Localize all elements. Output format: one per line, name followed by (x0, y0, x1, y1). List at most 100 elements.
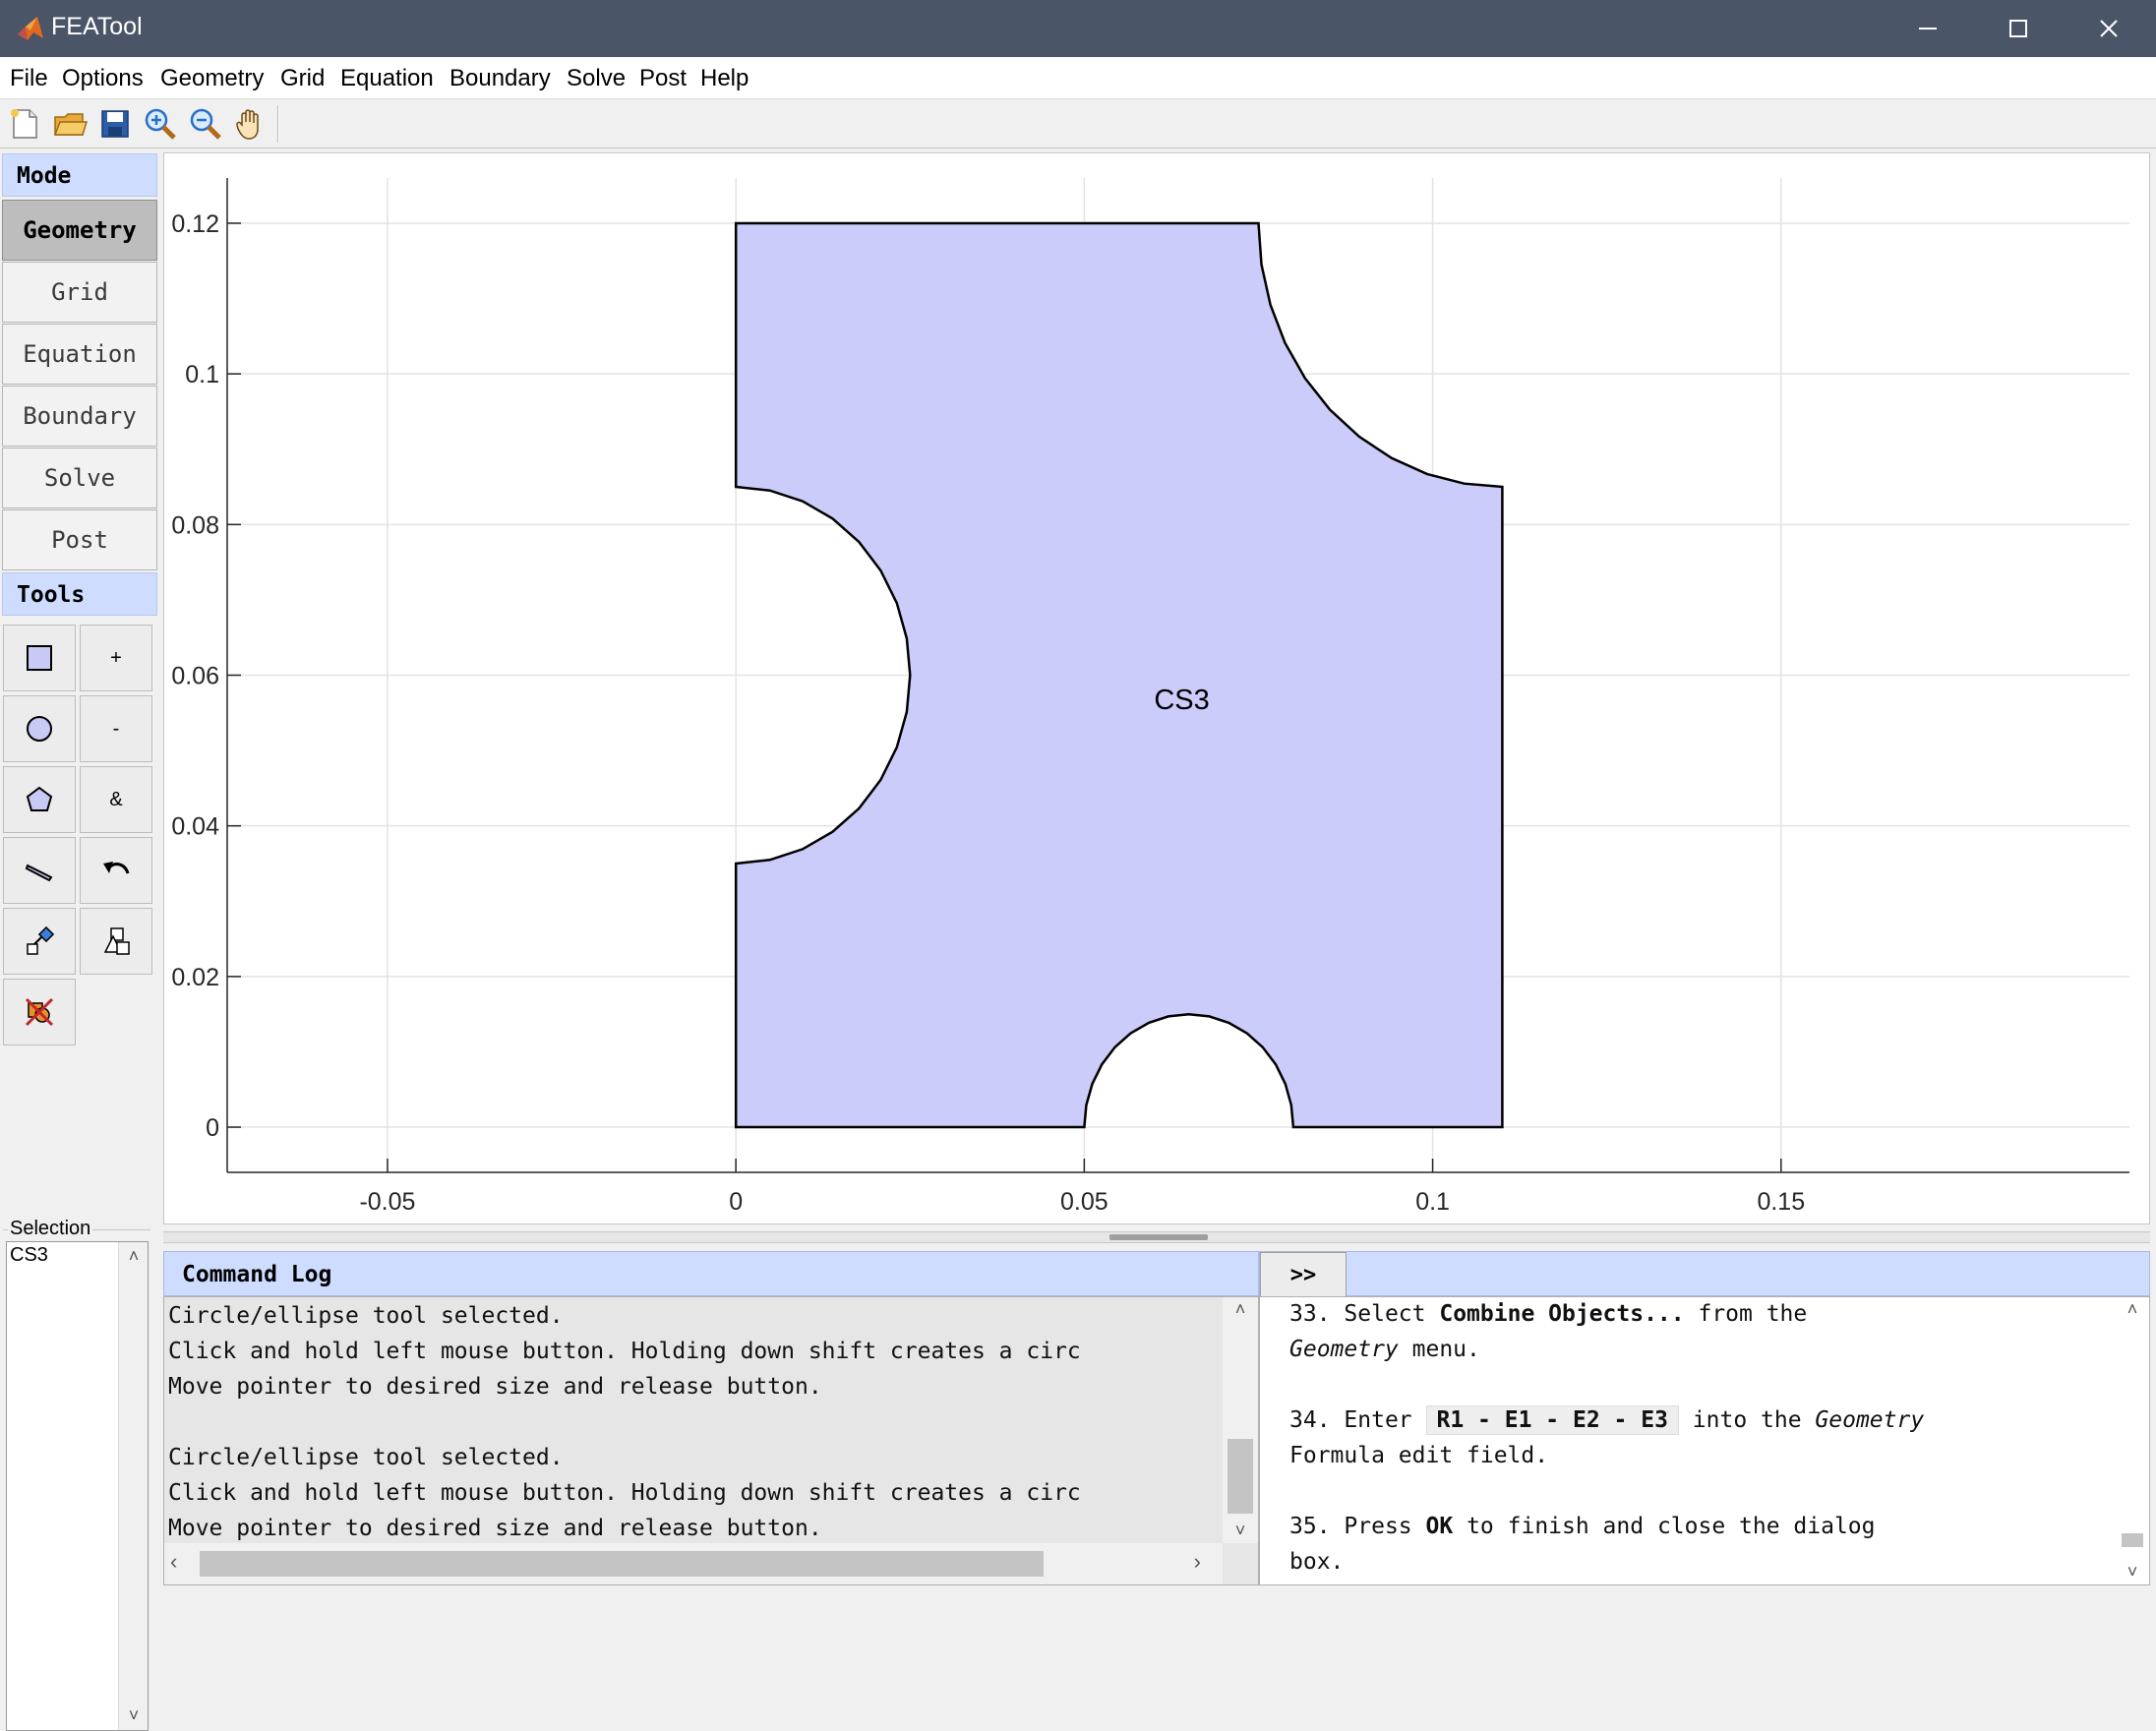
minimize-button[interactable] (1883, 0, 1973, 57)
tools-header: Tools (2, 572, 157, 616)
help-step-33-cont: Geometry menu. (1289, 1337, 1480, 1362)
window-title: FEATool (51, 13, 143, 40)
subtract-icon: - (112, 717, 120, 740)
undo-tool-button[interactable] (80, 837, 152, 904)
selection-listbox[interactable]: CS3 ˄ ˅ (6, 1241, 149, 1731)
scroll-up-icon[interactable]: ˄ (2116, 1299, 2149, 1320)
mode-solve-button[interactable]: Solve (2, 448, 157, 508)
join-tool-button[interactable]: + (80, 625, 152, 691)
polygon-tool-button[interactable] (3, 766, 76, 833)
selection-scrollbar[interactable]: ˄ ˅ (118, 1242, 148, 1730)
scale-tool-button[interactable] (80, 908, 152, 975)
undo-icon (103, 862, 130, 874)
log-horizontal-scrollbar[interactable]: ‹ › (164, 1543, 1223, 1584)
object-label: CS3 (1154, 685, 1209, 716)
scroll-down-icon[interactable]: ˅ (1223, 1521, 1258, 1541)
menu-options[interactable]: Options (62, 65, 144, 92)
command-log-panel: Command Log Circle/ellipse tool selected… (163, 1251, 1259, 1585)
menu-file[interactable]: File (10, 65, 48, 92)
splitter-grip[interactable] (1109, 1234, 1208, 1240)
maximize-button[interactable] (1973, 0, 2064, 57)
log-line: Circle/ellipse tool selected. (168, 1303, 564, 1329)
log-scroll-thumb[interactable] (1228, 1439, 1253, 1514)
plot-canvas[interactable]: -0.05 0 0.05 0.1 0.15 0 0.02 0.04 0.06 0.08 0.1 0.1… (164, 153, 2151, 1225)
delete-tool-button[interactable] (3, 979, 76, 1045)
command-log-body[interactable]: Circle/ellipse tool selected. Click and … (163, 1296, 1259, 1585)
mode-geometry-button[interactable]: Geometry (2, 200, 157, 261)
delete-icon (25, 997, 54, 1027)
zoom-in-icon[interactable] (142, 105, 179, 143)
scroll-right-icon[interactable]: › (1194, 1549, 1201, 1575)
help-header: >> (1259, 1251, 2150, 1297)
new-file-icon[interactable] (6, 105, 43, 143)
transform-tool-button[interactable] (3, 908, 76, 975)
log-line: Click and hold left mouse button. Holdin… (168, 1480, 1081, 1506)
subtract-tool-button[interactable]: - (80, 695, 152, 762)
y-tick-label: 0.08 (171, 511, 219, 539)
log-hscroll-thumb[interactable] (200, 1551, 1044, 1577)
circle-icon (27, 716, 52, 742)
help-step-35: 35. Press OK to finish and close the dia… (1289, 1514, 1876, 1539)
scroll-left-icon[interactable]: ‹ (170, 1549, 177, 1575)
mode-post-button[interactable]: Post (2, 509, 157, 570)
help-scroll-thumb[interactable] (2122, 1533, 2143, 1547)
save-icon[interactable] (96, 105, 134, 143)
menu-grid[interactable]: Grid (280, 65, 325, 92)
help-step-34: 34. Enter R1 - E1 - E2 - E3 into the Geo… (1289, 1405, 1925, 1435)
line-tool-button[interactable] (3, 837, 76, 904)
scroll-up-icon[interactable]: ˄ (119, 1246, 149, 1267)
menu-help[interactable]: Help (700, 65, 749, 92)
scroll-up-icon[interactable]: ˄ (1223, 1299, 1258, 1320)
menu-solve[interactable]: Solve (567, 65, 626, 92)
y-tick-label: 0.04 (171, 813, 219, 841)
rectangle-icon (27, 645, 52, 671)
scale-icon (103, 927, 130, 955)
matlab-logo-icon (18, 17, 43, 40)
x-tick-label: 0.05 (1060, 1188, 1108, 1216)
scroll-down-icon[interactable]: ˅ (119, 1705, 149, 1726)
x-tick-label: 0.15 (1757, 1188, 1805, 1216)
scroll-down-icon[interactable]: ˅ (2116, 1562, 2149, 1582)
close-icon (2100, 20, 2118, 37)
mode-grid-button[interactable]: Grid (2, 262, 157, 323)
help-scrollbar[interactable]: ˄ ˅ (2116, 1297, 2149, 1584)
line-icon (25, 864, 53, 882)
log-vertical-scrollbar[interactable]: ˄ ˅ (1223, 1297, 1258, 1543)
toolbar (0, 99, 2156, 149)
rectangle-tool-button[interactable] (3, 625, 76, 691)
x-tick-label: 0 (729, 1188, 743, 1216)
help-panel: >> 33. Select Combine Objects... from th… (1259, 1251, 2150, 1585)
menu-post[interactable]: Post (639, 65, 687, 92)
menu-equation[interactable]: Equation (340, 65, 434, 92)
intersect-tool-button[interactable]: & (80, 766, 152, 833)
help-step-33: 33. Select Combine Objects... from the (1289, 1301, 1808, 1327)
menu-geometry[interactable]: Geometry (160, 65, 264, 92)
geometry-plot[interactable]: -0.05 0 0.05 0.1 0.15 0 0.02 0.04 0.06 0.08 0.1 0.1… (163, 152, 2150, 1224)
join-icon: + (110, 646, 122, 669)
pan-hand-icon[interactable] (232, 105, 270, 143)
selection-item[interactable]: CS3 (10, 1244, 48, 1267)
help-text-body[interactable]: 33. Select Combine Objects... from the G… (1259, 1296, 2150, 1585)
mode-equation-button[interactable]: Equation (2, 324, 157, 385)
toolbar-separator (277, 105, 279, 143)
log-line: Click and hold left mouse button. Holdin… (168, 1339, 1081, 1364)
open-folder-icon[interactable] (51, 105, 89, 143)
close-button[interactable] (2064, 0, 2154, 57)
intersect-icon: & (109, 788, 123, 810)
y-tick-label: 0 (206, 1114, 219, 1142)
log-line: Move pointer to desired size and release… (168, 1516, 822, 1541)
mode-boundary-button[interactable]: Boundary (2, 386, 157, 447)
zoom-out-icon[interactable] (187, 105, 224, 143)
command-log-title: Command Log (163, 1251, 1259, 1296)
circle-tool-button[interactable] (3, 695, 76, 762)
panel-splitter[interactable] (163, 1231, 2150, 1243)
menu-boundary[interactable]: Boundary (449, 65, 551, 92)
polygon-icon (26, 786, 53, 811)
y-tick-label: 0.1 (185, 361, 219, 388)
log-line: Circle/ellipse tool selected. (168, 1445, 564, 1470)
help-step-34-cont: Formula edit field. (1289, 1443, 1549, 1468)
y-tick-label: 0.02 (171, 964, 219, 991)
help-toggle-button[interactable]: >> (1260, 1252, 1347, 1297)
left-panel: Mode Geometry Grid Equation Boundary Sol… (0, 149, 159, 1731)
transform-icon (27, 925, 55, 955)
